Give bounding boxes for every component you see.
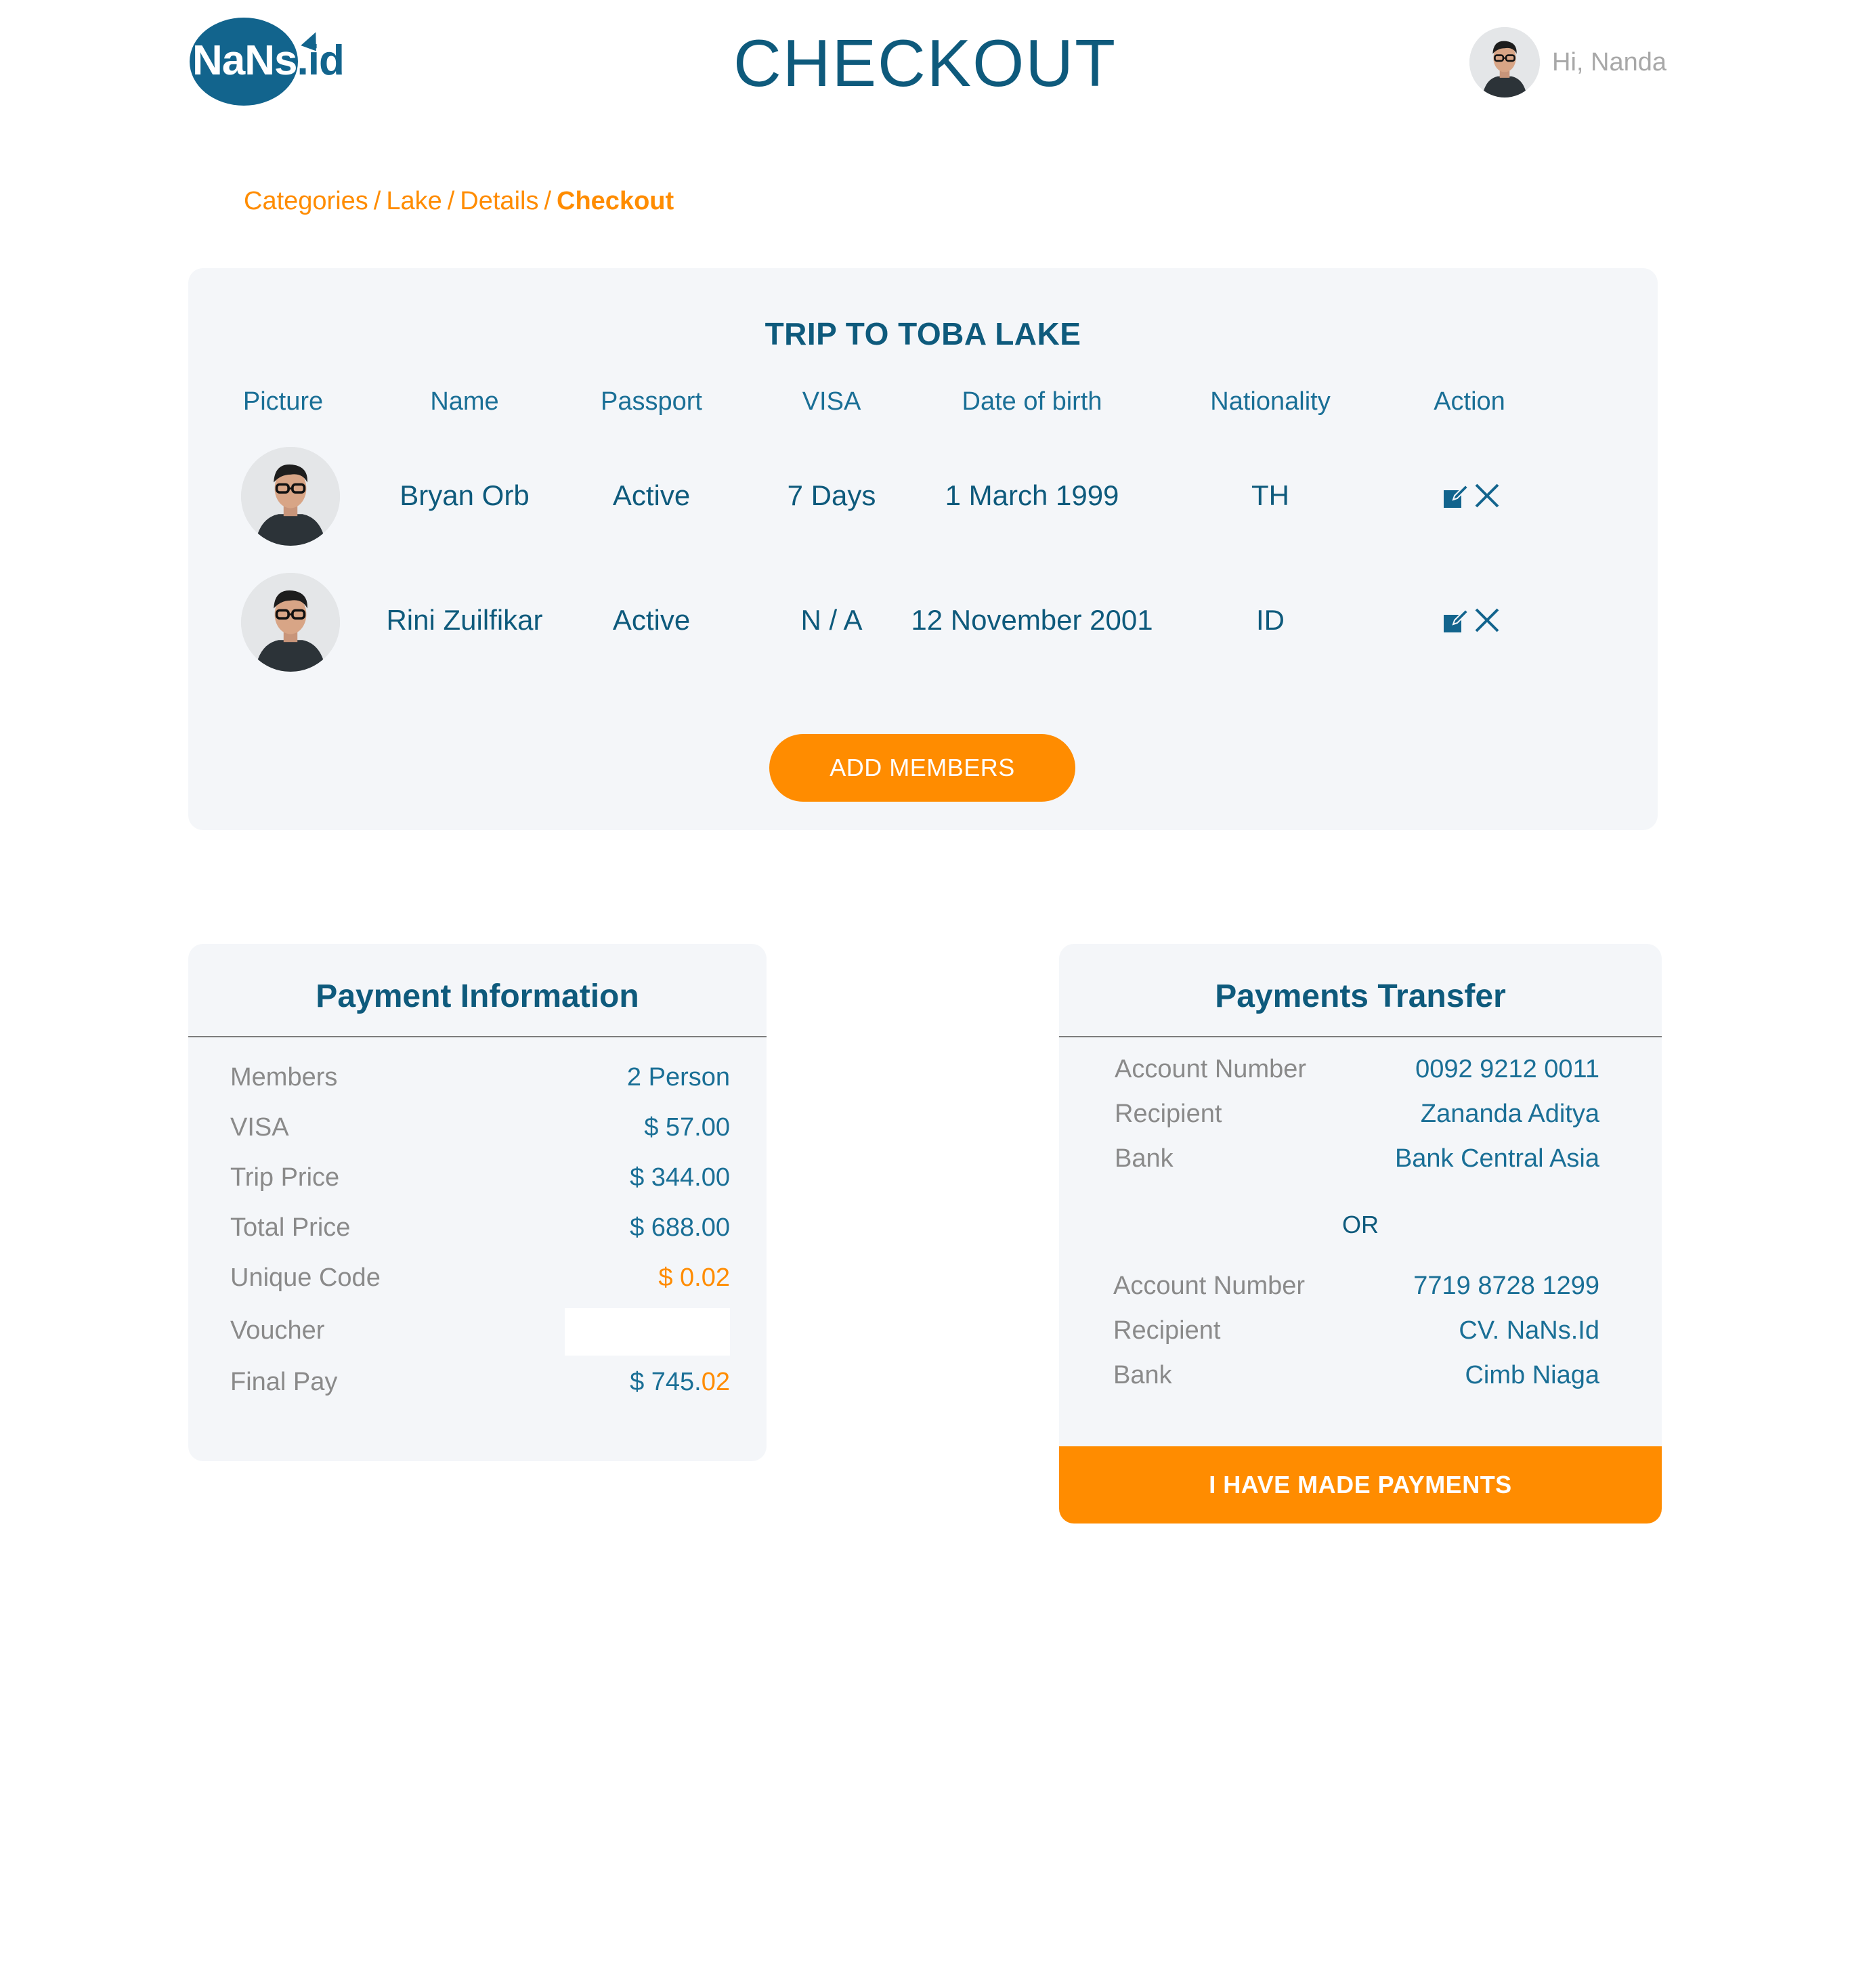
bank-label: Bank [1113,1361,1172,1389]
account-number-value: 7719 8728 1299 [1413,1272,1599,1300]
breadcrumb-separator: / [544,187,552,215]
member-dob: 1 March 1999 [945,479,1119,511]
person-avatar-icon [1469,27,1540,98]
final-pay-label: Final Pay [230,1368,338,1396]
payment-row-unique-code: Unique Code $ 0.02 [230,1263,730,1304]
member-avatar [241,447,340,546]
trip-members-panel: TRIP TO TOBA LAKE Picture Name Passport … [188,268,1658,830]
member-visa: 7 Days [787,479,876,511]
voucher-input[interactable] [565,1308,730,1356]
recipient-label: Recipient [1115,1100,1222,1128]
column-header-date-of-birth: Date of birth [962,387,1102,416]
person-avatar-icon [241,573,340,672]
visa-value: $ 57.00 [644,1113,730,1142]
payment-row-total-price: Total Price $ 688.00 [230,1213,730,1254]
user-greeting: Hi, Nanda [1552,47,1666,77]
member-passport: Active [612,479,691,511]
column-header-picture: Picture [242,387,324,416]
bank-value: Cimb Niaga [1465,1361,1599,1389]
payments-transfer-title: Payments Transfer [1215,978,1506,1014]
divider [1059,1036,1662,1037]
column-header-visa: VISA [802,387,861,416]
payment-row-final-pay: Final Pay $ 745.02 [230,1368,730,1408]
breadcrumb-current: Checkout [557,187,674,215]
breadcrumb: Categories / Lake / Details / Checkout [244,187,674,216]
recipient-value: CV. NaNs.Id [1459,1316,1599,1345]
payment-information-panel: Payment Information Members 2 Person VIS… [188,944,767,1461]
delete-icon[interactable] [1473,607,1501,634]
recipient-label: Recipient [1113,1316,1221,1345]
final-pay-amount: $ 745. [630,1368,702,1396]
member-actions [1442,482,1501,509]
members-value: 2 Person [626,1063,730,1092]
member-nationality: ID [1256,604,1285,636]
member-dob: 12 November 2001 [911,604,1153,636]
recipient-row: Recipient CV. NaNs.Id [1113,1316,1599,1350]
payment-row-members: Members 2 Person [230,1063,730,1104]
divider [188,1036,767,1037]
member-actions [1442,607,1501,634]
breadcrumb-separator: / [373,187,381,215]
voucher-label: Voucher [230,1316,325,1345]
payments-transfer-panel: Payments Transfer Account Number 0092 92… [1059,944,1662,1524]
member-passport: Active [612,604,691,636]
members-label: Members [230,1063,338,1092]
delete-icon[interactable] [1473,482,1501,509]
trip-price-value: $ 344.00 [630,1163,730,1192]
edit-icon[interactable] [1442,607,1469,634]
account-number-row: Account Number 7719 8728 1299 [1113,1272,1599,1305]
bank-row: Bank Cimb Niaga [1113,1361,1599,1395]
member-nationality: TH [1251,479,1289,511]
page-header: NaNs.id CHECKOUT Hi, Nanda [0,0,1850,129]
total-price-value: $ 688.00 [630,1213,730,1242]
breadcrumb-details[interactable]: Details [460,187,538,215]
column-header-name: Name [430,387,499,416]
account-number-row: Account Number 0092 9212 0011 [1115,1055,1599,1089]
total-price-label: Total Price [230,1213,351,1242]
recipient-row: Recipient Zananda Aditya [1115,1100,1599,1133]
bank-label: Bank [1115,1144,1174,1173]
or-divider-label: OR [1342,1211,1379,1238]
confirm-payment-button[interactable]: I HAVE MADE PAYMENTS [1059,1446,1662,1524]
user-avatar[interactable] [1469,27,1540,98]
trip-price-label: Trip Price [230,1163,340,1192]
column-header-nationality: Nationality [1210,387,1331,416]
account-number-label: Account Number [1115,1055,1307,1083]
edit-icon[interactable] [1442,482,1469,509]
person-avatar-icon [241,447,340,546]
trip-title: TRIP TO TOBA LAKE [765,316,1081,351]
final-pay-value: $ 745.02 [630,1368,730,1397]
visa-label: VISA [230,1113,289,1142]
final-pay-unique-code: 02 [701,1368,730,1396]
account-number-value: 0092 9212 0011 [1415,1055,1599,1083]
add-members-button[interactable]: ADD MEMBERS [769,734,1075,802]
breadcrumb-separator: / [447,187,455,215]
unique-code-label: Unique Code [230,1263,381,1292]
member-visa: N / A [800,604,863,636]
breadcrumb-categories[interactable]: Categories [244,187,368,215]
payment-row-voucher: Voucher [230,1308,730,1357]
member-name: Bryan Orb [400,479,530,511]
breadcrumb-lake[interactable]: Lake [386,187,442,215]
member-avatar [241,573,340,672]
payment-row-visa: VISA $ 57.00 [230,1113,730,1154]
bank-value: Bank Central Asia [1394,1144,1599,1173]
member-name: Rini Zuilfikar [386,604,543,636]
unique-code-value: $ 0.02 [658,1263,730,1292]
column-header-passport: Passport [601,387,702,416]
account-number-label: Account Number [1113,1272,1306,1300]
recipient-value: Zananda Aditya [1420,1100,1599,1128]
user-menu[interactable]: Hi, Nanda [1469,27,1666,98]
payment-row-trip-price: Trip Price $ 344.00 [230,1163,730,1204]
payment-information-title: Payment Information [316,978,639,1014]
column-header-action: Action [1434,387,1505,416]
bank-row: Bank Bank Central Asia [1115,1144,1599,1178]
